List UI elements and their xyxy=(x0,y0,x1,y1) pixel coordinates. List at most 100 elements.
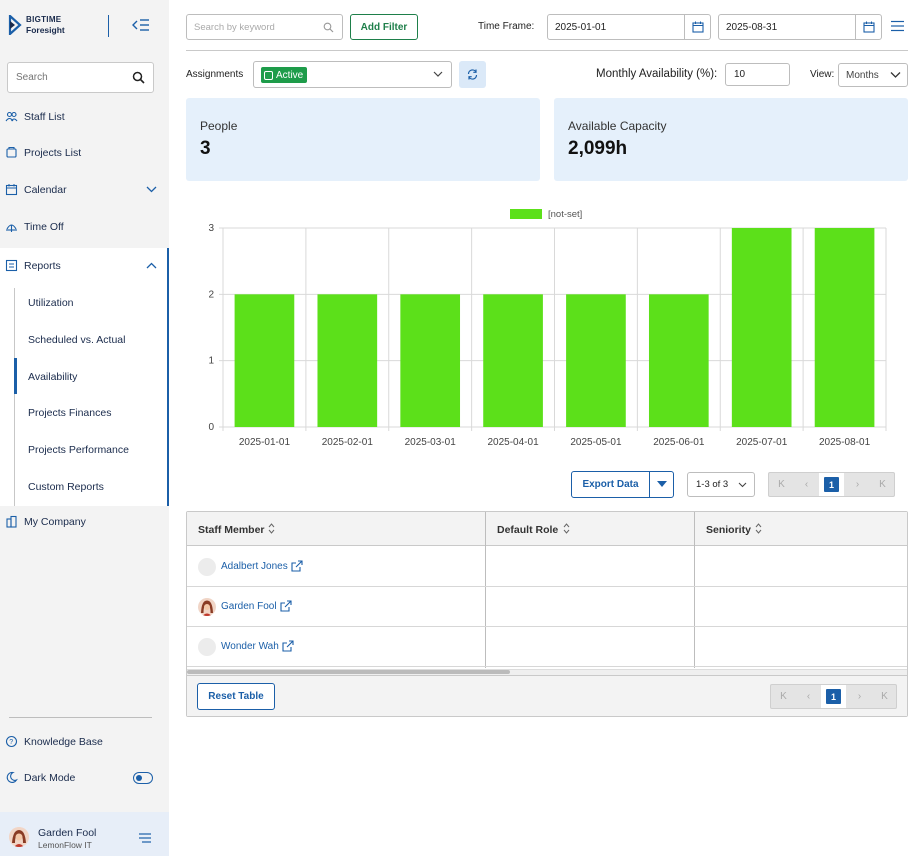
toolbar-divider xyxy=(186,50,908,51)
people-card-title: People xyxy=(200,119,238,133)
first-page-button[interactable]: K xyxy=(769,473,794,496)
search-icon[interactable] xyxy=(323,22,334,33)
export-data-button[interactable]: Export Data xyxy=(572,472,650,497)
sidebar-item-staff-list[interactable]: Staff List xyxy=(0,107,169,127)
external-link-icon[interactable] xyxy=(282,640,294,652)
chevron-down-icon[interactable] xyxy=(433,71,443,78)
last-page-button[interactable]: K xyxy=(872,685,897,708)
column-header-staff-member[interactable]: Staff Member xyxy=(198,524,265,536)
start-date-input[interactable]: 2025-01-01 xyxy=(547,14,711,40)
prev-page-button[interactable]: ‹ xyxy=(796,685,821,708)
calendar-icon xyxy=(863,21,875,33)
keyword-search-placeholder: Search by keyword xyxy=(194,22,275,33)
logo-icon xyxy=(8,15,22,35)
reports-icon xyxy=(5,259,18,272)
sidebar-search[interactable] xyxy=(7,62,154,93)
chevron-down-icon[interactable] xyxy=(738,482,747,488)
sidebar-item-my-company[interactable]: My Company xyxy=(0,512,169,532)
assignments-label: Assignments xyxy=(186,69,244,80)
next-page-button[interactable]: › xyxy=(845,473,870,496)
column-header-seniority[interactable]: Seniority xyxy=(706,524,751,536)
status-icon xyxy=(264,70,273,80)
reset-table-button[interactable]: Reset Table xyxy=(197,683,275,710)
add-filter-button[interactable]: Add Filter xyxy=(350,14,418,40)
table-row: Garden Fool xyxy=(187,587,907,627)
chart-bar xyxy=(483,294,543,427)
report-item-custom-reports[interactable]: Custom Reports xyxy=(28,481,104,493)
last-page-button[interactable]: K xyxy=(870,473,895,496)
report-item-availability[interactable]: Availability xyxy=(28,371,77,383)
availability-chart: 0 1 2 3 2025-01-01 2025-02-01 2025-03-01 2025-0… xyxy=(208,209,887,448)
x-tick-label: 2025-05-01 xyxy=(570,437,622,448)
bigtime-logo[interactable]: BIGTIME Foresight xyxy=(8,15,65,35)
current-page-button[interactable]: 1 xyxy=(824,477,839,492)
staff-table: Staff Member Default Role Seniority Adal… xyxy=(186,511,908,717)
chevron-down-icon[interactable] xyxy=(146,185,157,194)
collapse-sidebar-icon[interactable] xyxy=(131,17,151,33)
staff-link[interactable]: Wonder Wah xyxy=(221,641,279,652)
submenu-guide-line xyxy=(14,288,15,506)
sort-icon[interactable] xyxy=(755,523,762,534)
staff-link[interactable]: Adalbert Jones xyxy=(221,561,288,572)
chevron-down-icon[interactable] xyxy=(890,71,901,79)
report-item-scheduled-vs-actual[interactable]: Scheduled vs. Actual xyxy=(28,334,125,346)
table-row: Adalbert Jones xyxy=(187,547,907,587)
sidebar-search-input[interactable] xyxy=(16,63,126,92)
y-tick-label: 0 xyxy=(208,422,214,433)
sidebar-item-projects-list[interactable]: Projects List xyxy=(0,143,169,163)
sort-icon[interactable] xyxy=(268,523,275,534)
column-header-default-role[interactable]: Default Role xyxy=(497,524,558,536)
top-pagination: K ‹ 1 › K xyxy=(768,472,895,497)
report-item-projects-finances[interactable]: Projects Finances xyxy=(28,407,111,419)
sidebar-divider xyxy=(9,717,152,718)
dark-mode-toggle[interactable] xyxy=(133,772,153,784)
start-date-picker-button[interactable] xyxy=(684,15,710,39)
export-options-button[interactable] xyxy=(650,472,674,497)
monthly-availability-input[interactable]: 10 xyxy=(725,63,790,86)
chart-bar xyxy=(234,294,295,427)
prev-page-button[interactable]: ‹ xyxy=(794,473,819,496)
chart-bar xyxy=(566,294,626,427)
monthly-availability-label: Monthly Availability (%): xyxy=(596,68,718,80)
x-tick-label: 2025-04-01 xyxy=(487,437,539,448)
header-divider xyxy=(108,15,109,37)
sidebar-item-knowledge-base[interactable]: ? Knowledge Base xyxy=(0,732,169,752)
toggle-knob xyxy=(136,774,142,781)
next-page-button[interactable]: › xyxy=(847,685,872,708)
sidebar-item-time-off[interactable]: Time Off xyxy=(0,217,169,237)
chart-bar xyxy=(400,294,461,427)
users-icon xyxy=(5,111,18,122)
help-icon: ? xyxy=(5,735,18,748)
sidebar-item-reports[interactable]: Reports xyxy=(0,256,169,276)
sort-icon[interactable] xyxy=(563,523,570,534)
view-select[interactable]: Months xyxy=(838,63,908,87)
first-page-button[interactable]: K xyxy=(771,685,796,708)
report-item-utilization[interactable]: Utilization xyxy=(28,297,74,309)
options-menu-icon[interactable] xyxy=(891,20,904,32)
staff-link[interactable]: Garden Fool xyxy=(221,601,277,612)
chevron-up-icon[interactable] xyxy=(146,261,157,270)
current-page-button[interactable]: 1 xyxy=(826,689,841,704)
external-link-icon[interactable] xyxy=(280,600,292,612)
chart-bar xyxy=(317,294,378,427)
end-date-input[interactable]: 2025-08-31 xyxy=(718,14,882,40)
sidebar-item-label: Dark Mode xyxy=(24,772,76,784)
refresh-button[interactable] xyxy=(459,61,486,88)
scrollbar-thumb[interactable] xyxy=(187,670,510,674)
assignments-select[interactable]: Active xyxy=(253,61,452,88)
end-date-picker-button[interactable] xyxy=(855,15,881,39)
report-item-projects-performance[interactable]: Projects Performance xyxy=(28,444,129,456)
keyword-search-input[interactable]: Search by keyword xyxy=(186,14,343,40)
search-icon[interactable] xyxy=(132,71,145,84)
sidebar-item-calendar[interactable]: Calendar xyxy=(0,180,169,200)
brand-line1: BIGTIME xyxy=(26,15,62,24)
sidebar-item-label: Time Off xyxy=(24,221,64,233)
x-tick-label: 2025-06-01 xyxy=(653,437,705,448)
page-range-select[interactable]: 1-3 of 3 xyxy=(687,472,755,497)
external-link-icon[interactable] xyxy=(291,560,303,572)
user-panel[interactable]: Garden Fool LemonFlow IT xyxy=(0,812,169,856)
table-header: Staff Member Default Role Seniority xyxy=(187,512,907,546)
menu-icon[interactable] xyxy=(139,833,151,843)
active-status-tag[interactable]: Active xyxy=(261,67,308,83)
calendar-icon xyxy=(5,184,18,196)
